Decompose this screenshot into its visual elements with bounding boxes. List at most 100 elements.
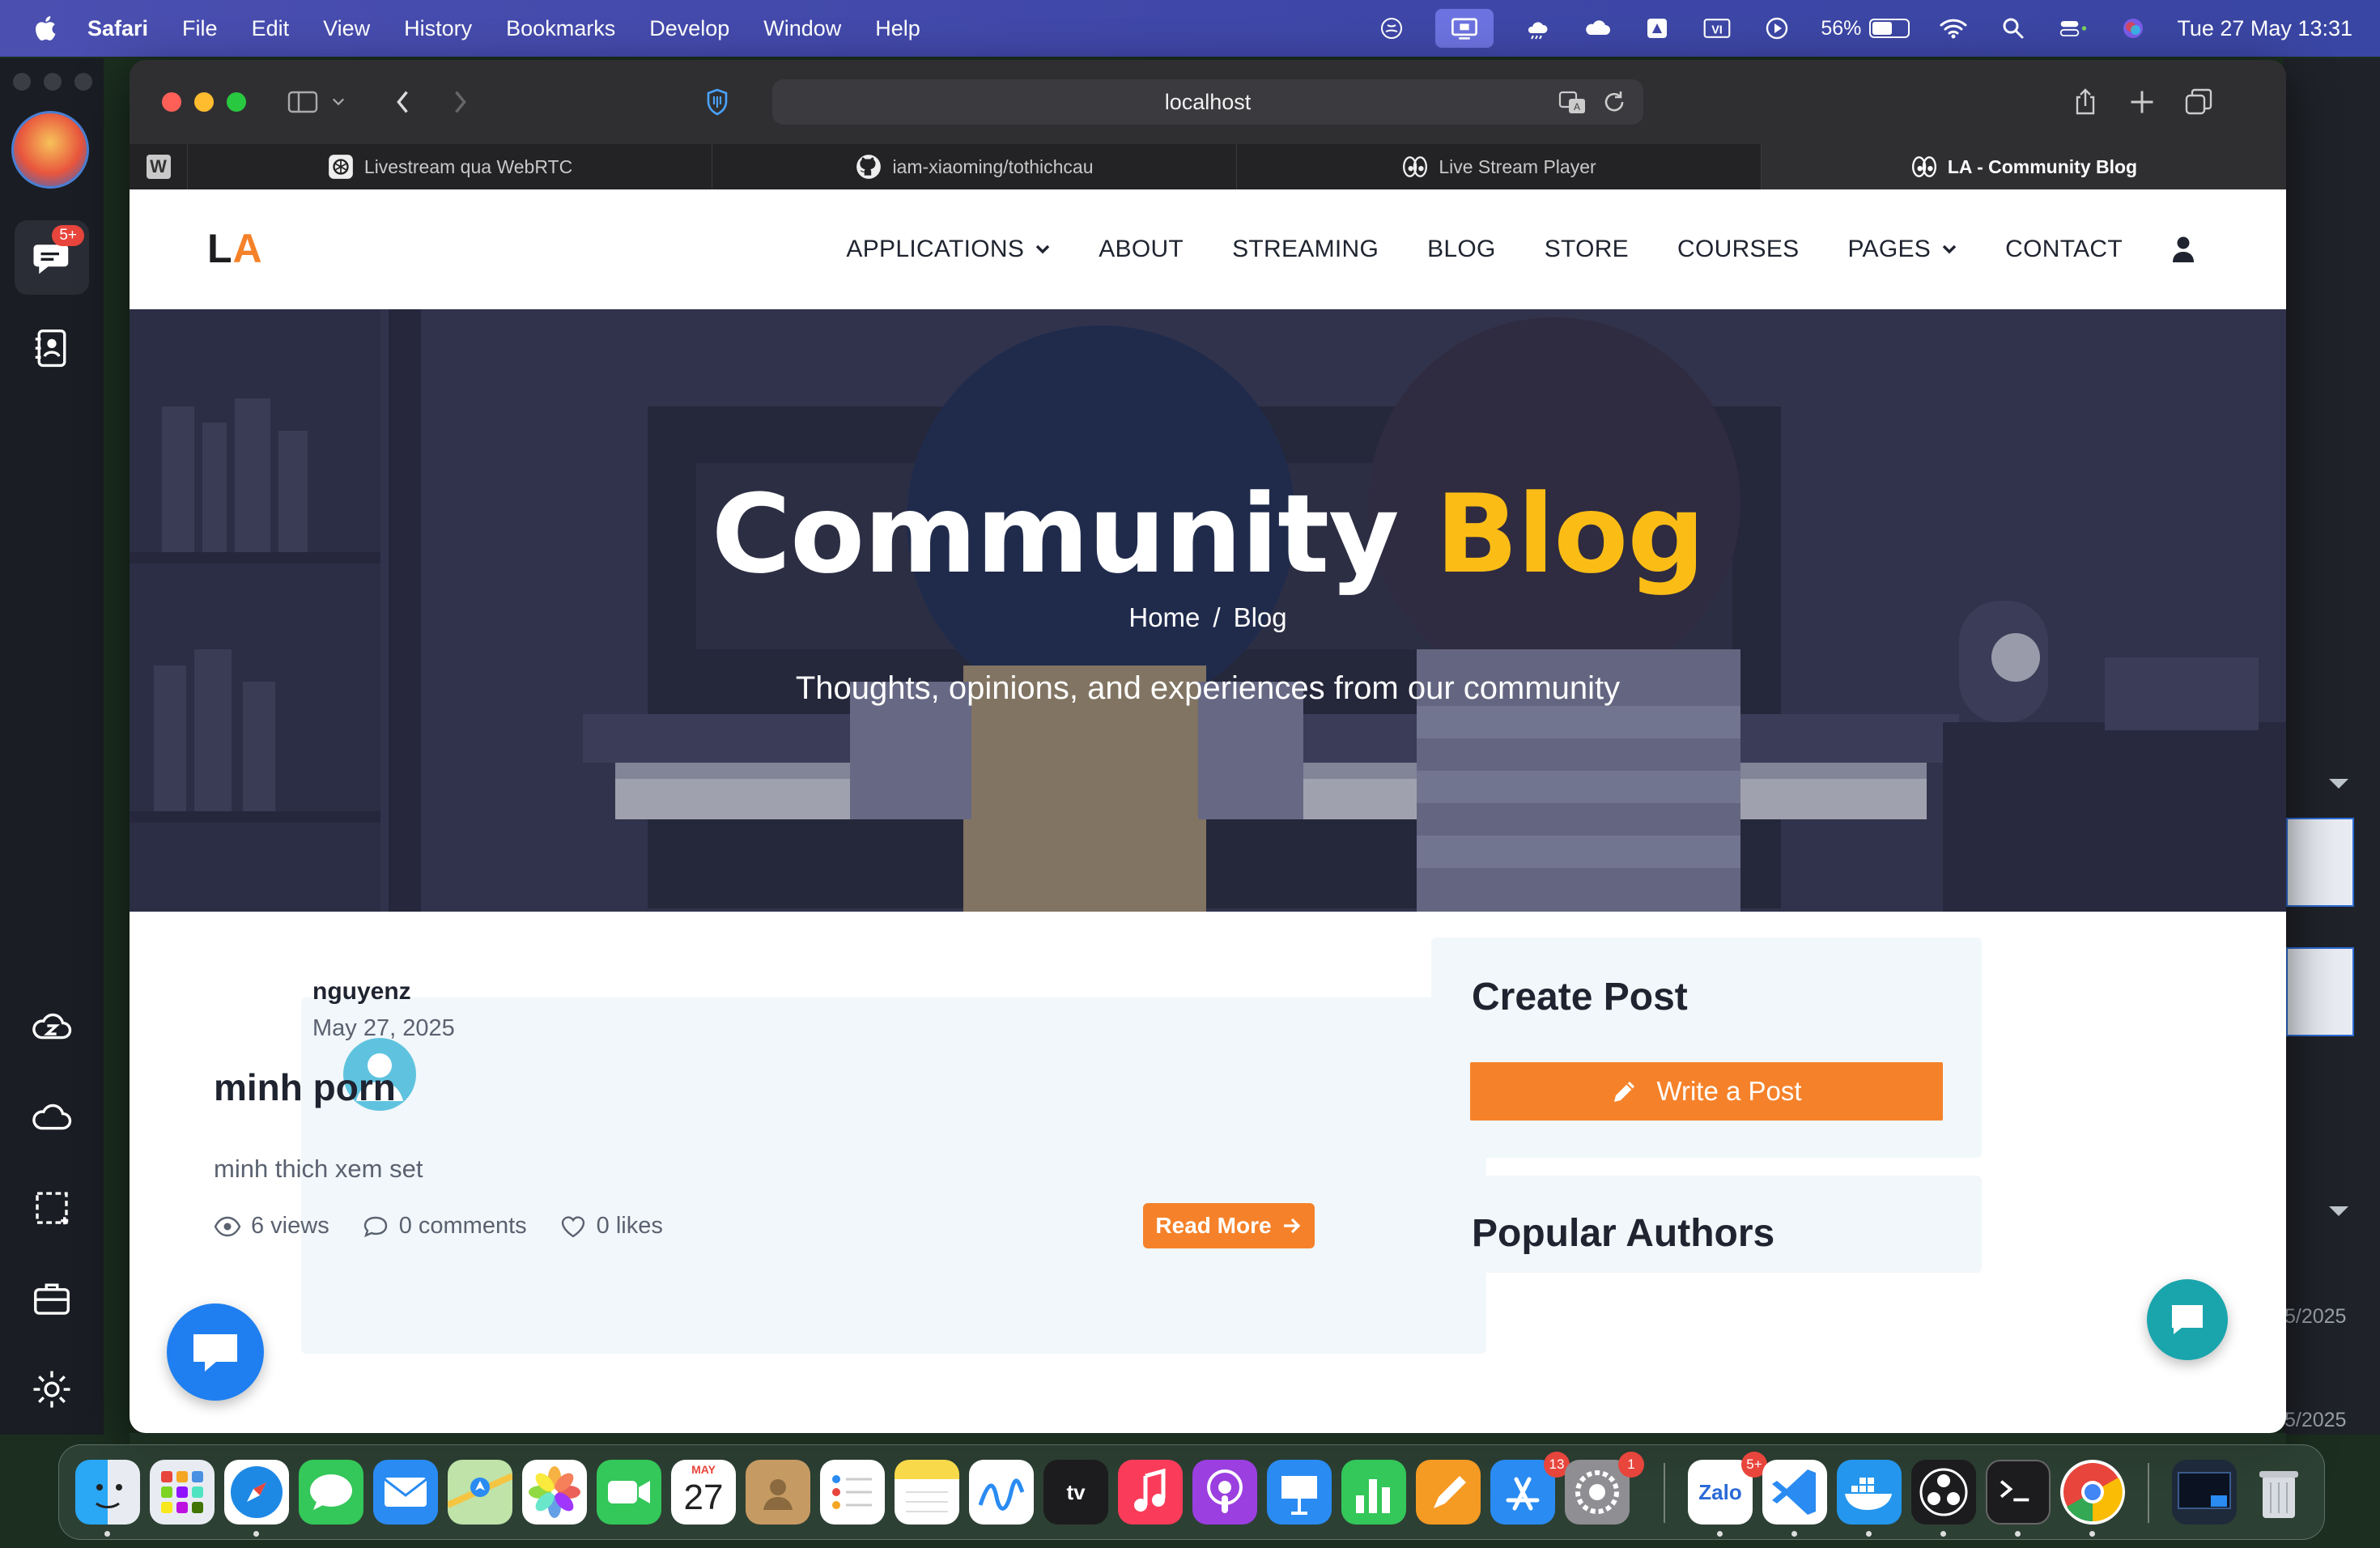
nav-streaming[interactable]: STREAMING xyxy=(1232,236,1379,263)
nav-courses[interactable]: COURSES xyxy=(1677,236,1799,263)
dock-music[interactable] xyxy=(1118,1460,1183,1525)
dock-photos[interactable] xyxy=(522,1460,587,1525)
window-minimize-dot[interactable] xyxy=(44,73,62,91)
wifi-icon[interactable] xyxy=(1937,14,1970,43)
window-close-dot[interactable] xyxy=(13,73,31,91)
chevron-down-icon[interactable] xyxy=(2327,1203,2351,1219)
dock-finder[interactable] xyxy=(75,1460,140,1525)
rail-briefcase-button[interactable] xyxy=(15,1261,89,1336)
rail-contacts-button[interactable] xyxy=(15,311,89,385)
dock-chrome[interactable] xyxy=(2060,1460,2125,1525)
dock-podcasts[interactable] xyxy=(1192,1460,1257,1525)
rail-chat-button[interactable]: 5+ xyxy=(15,220,89,295)
dock-trash[interactable] xyxy=(2246,1460,2311,1525)
tab-livestream-webrtc[interactable]: Livestream qua WebRTC xyxy=(188,144,712,189)
nav-applications[interactable]: APPLICATIONS xyxy=(846,236,1050,263)
vietnamese-input-icon[interactable]: VI xyxy=(1701,14,1733,43)
dock-obs[interactable] xyxy=(1911,1460,1976,1525)
tab-github[interactable]: iam-xiaoming/tothichcau xyxy=(712,144,1237,189)
rail-settings-button[interactable] xyxy=(15,1352,89,1427)
translate-icon[interactable]: A xyxy=(1558,87,1587,117)
dock-numbers[interactable] xyxy=(1341,1460,1406,1525)
profile-avatar[interactable] xyxy=(11,111,89,189)
battery-indicator[interactable]: 56% xyxy=(1821,17,1910,40)
menu-window[interactable]: Window xyxy=(763,16,841,41)
dock-tv[interactable]: tv xyxy=(1043,1460,1108,1525)
dock-notes[interactable] xyxy=(895,1460,959,1525)
tab-overview-icon[interactable] xyxy=(2181,86,2216,118)
control-center-icon[interactable] xyxy=(2057,14,2089,43)
menu-edit[interactable]: Edit xyxy=(252,16,290,41)
post-comments[interactable]: 0 comments xyxy=(362,1213,527,1240)
back-button[interactable] xyxy=(385,86,421,118)
dock-mail[interactable] xyxy=(373,1460,438,1525)
spotlight-icon[interactable] xyxy=(1997,14,2029,43)
tab-community-blog[interactable]: LA - Community Blog xyxy=(1762,144,2286,189)
dock-vscode[interactable] xyxy=(1762,1460,1827,1525)
menu-develop[interactable]: Develop xyxy=(649,16,729,41)
nav-about[interactable]: ABOUT xyxy=(1099,236,1184,263)
post-likes[interactable]: 0 likes xyxy=(559,1213,663,1240)
sidebar-toggle-icon[interactable] xyxy=(285,86,321,118)
window-zoom-dot[interactable] xyxy=(74,73,92,91)
breadcrumb-home[interactable]: Home xyxy=(1128,602,1200,632)
window-thumbnail[interactable] xyxy=(2286,947,2354,1036)
new-tab-icon[interactable] xyxy=(2124,86,2160,118)
nav-pages[interactable]: PAGES xyxy=(1847,236,1957,263)
tab-live-stream-player[interactable]: Live Stream Player xyxy=(1237,144,1762,189)
perplexity-icon[interactable] xyxy=(1375,14,1408,43)
share-icon[interactable] xyxy=(2068,86,2103,118)
window-close-button[interactable] xyxy=(162,92,181,112)
siri-icon[interactable] xyxy=(2117,14,2149,43)
menu-app-name[interactable]: Safari xyxy=(87,16,148,41)
menu-help[interactable]: Help xyxy=(875,16,920,41)
icloud-icon[interactable] xyxy=(1581,14,1613,43)
post-author-name[interactable]: nguyenz xyxy=(312,978,411,1006)
dock-terminal[interactable] xyxy=(1986,1460,2051,1525)
dock-docker[interactable] xyxy=(1837,1460,1902,1525)
menu-bookmarks[interactable]: Bookmarks xyxy=(506,16,615,41)
dock-maps[interactable] xyxy=(448,1460,512,1525)
play-icon[interactable] xyxy=(1761,14,1793,43)
shield-icon[interactable] xyxy=(699,86,735,118)
site-logo[interactable]: LA xyxy=(207,225,263,272)
window-zoom-button[interactable] xyxy=(227,92,246,112)
dock-preview-window[interactable] xyxy=(2172,1460,2237,1525)
rail-cloud-z-button[interactable] xyxy=(15,989,89,1064)
chevron-down-icon[interactable] xyxy=(2327,776,2351,792)
window-minimize-button[interactable] xyxy=(194,92,214,112)
dock-freeform[interactable] xyxy=(969,1460,1034,1525)
drive-icon[interactable] xyxy=(1641,14,1673,43)
dock-calendar[interactable]: MAY 27 xyxy=(671,1460,736,1525)
rail-cloud-button[interactable] xyxy=(15,1080,89,1155)
weather-icon[interactable] xyxy=(1521,14,1553,43)
dock-pages[interactable] xyxy=(1416,1460,1481,1525)
address-bar[interactable]: localhost A xyxy=(772,79,1643,125)
menu-history[interactable]: History xyxy=(404,16,472,41)
chat-widget-button[interactable] xyxy=(167,1303,264,1401)
rail-screenshot-button[interactable] xyxy=(15,1171,89,1245)
pinned-tab[interactable]: W xyxy=(130,144,188,189)
forward-button[interactable] xyxy=(442,86,478,118)
dock-contacts[interactable] xyxy=(746,1460,810,1525)
apple-logo-icon[interactable] xyxy=(32,13,60,44)
chevron-down-icon[interactable] xyxy=(329,86,348,118)
screen-share-icon[interactable] xyxy=(1435,9,1494,48)
support-chat-button[interactable] xyxy=(2147,1279,2228,1360)
dock-facetime[interactable] xyxy=(597,1460,661,1525)
post-title[interactable]: minh porn xyxy=(214,1065,396,1109)
nav-store[interactable]: STORE xyxy=(1545,236,1629,263)
dock-launchpad[interactable] xyxy=(150,1460,215,1525)
menu-file[interactable]: File xyxy=(182,16,218,41)
dock-keynote[interactable] xyxy=(1267,1460,1332,1525)
read-more-button[interactable]: Read More xyxy=(1143,1203,1315,1248)
menu-view[interactable]: View xyxy=(323,16,370,41)
nav-blog[interactable]: BLOG xyxy=(1427,236,1496,263)
user-icon[interactable] xyxy=(2171,236,2195,263)
nav-contact[interactable]: CONTACT xyxy=(2005,236,2123,263)
reload-icon[interactable] xyxy=(1600,87,1629,117)
menubar-clock[interactable]: Tue 27 May 13:31 xyxy=(2177,16,2352,41)
dock-messages[interactable] xyxy=(299,1460,363,1525)
write-post-button[interactable]: Write a Post xyxy=(1470,1062,1943,1121)
dock-safari[interactable] xyxy=(224,1460,289,1525)
